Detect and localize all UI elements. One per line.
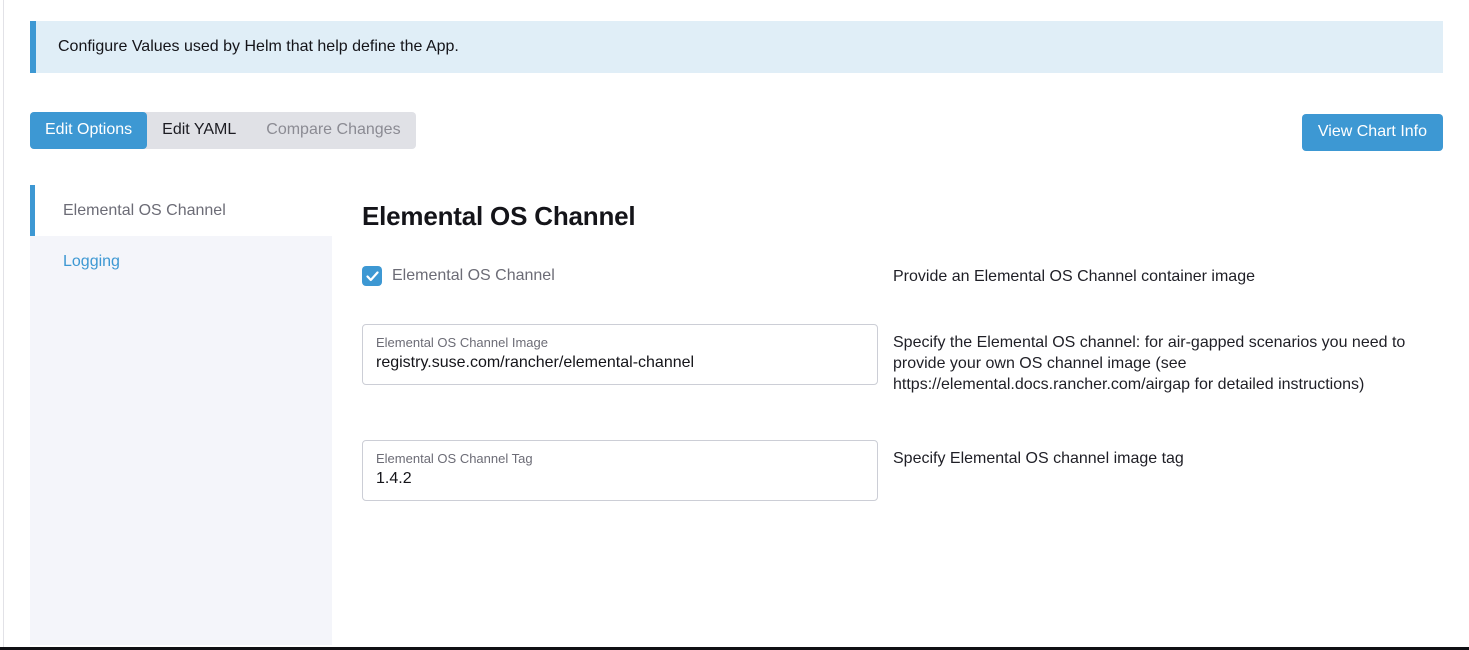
- channel-tag-description: Specify Elemental OS channel image tag: [893, 440, 1184, 469]
- elemental-os-channel-checkbox[interactable]: Elemental OS Channel: [362, 266, 878, 286]
- channel-tag-input[interactable]: [376, 470, 864, 488]
- checkbox-label: Elemental OS Channel: [392, 267, 555, 285]
- banner-text: Configure Values used by Helm that help …: [58, 38, 459, 55]
- editor-mode-tabbar: Edit Options Edit YAML Compare Changes: [30, 112, 416, 149]
- channel-tag-field-label: Elemental OS Channel Tag: [376, 451, 864, 466]
- channel-image-field: Elemental OS Channel Image: [362, 324, 878, 385]
- checkbox-row: Elemental OS Channel Provide an Elementa…: [362, 266, 1443, 287]
- config-section-sidebar: Elemental OS Channel Logging: [30, 185, 332, 645]
- helm-values-info-banner: Configure Values used by Helm that help …: [30, 21, 1443, 73]
- tab-edit-yaml[interactable]: Edit YAML: [147, 112, 251, 149]
- sidebar-item-label: Logging: [63, 253, 120, 271]
- section-title: Elemental OS Channel: [362, 201, 1443, 232]
- channel-image-input[interactable]: [376, 354, 864, 372]
- page-left-edge: [3, 0, 4, 650]
- view-chart-info-button[interactable]: View Chart Info: [1302, 114, 1443, 151]
- tab-compare-changes[interactable]: Compare Changes: [251, 112, 415, 149]
- sidebar-item-elemental-os-channel[interactable]: Elemental OS Channel: [30, 185, 332, 236]
- sidebar-item-logging[interactable]: Logging: [30, 236, 332, 287]
- channel-tag-field: Elemental OS Channel Tag: [362, 440, 878, 501]
- channel-tag-row: Elemental OS Channel Tag Specify Element…: [362, 440, 1443, 501]
- channel-image-field-label: Elemental OS Channel Image: [376, 335, 864, 350]
- channel-image-description: Specify the Elemental OS channel: for ai…: [893, 324, 1443, 395]
- channel-image-row: Elemental OS Channel Image Specify the E…: [362, 324, 1443, 395]
- checkbox-description: Provide an Elemental OS Channel containe…: [893, 266, 1255, 287]
- tab-edit-options[interactable]: Edit Options: [30, 112, 147, 149]
- config-form-panel: Elemental OS Channel Elemental OS Channe…: [362, 201, 1443, 546]
- sidebar-item-label: Elemental OS Channel: [63, 202, 226, 220]
- checkbox-checked-icon: [362, 266, 382, 286]
